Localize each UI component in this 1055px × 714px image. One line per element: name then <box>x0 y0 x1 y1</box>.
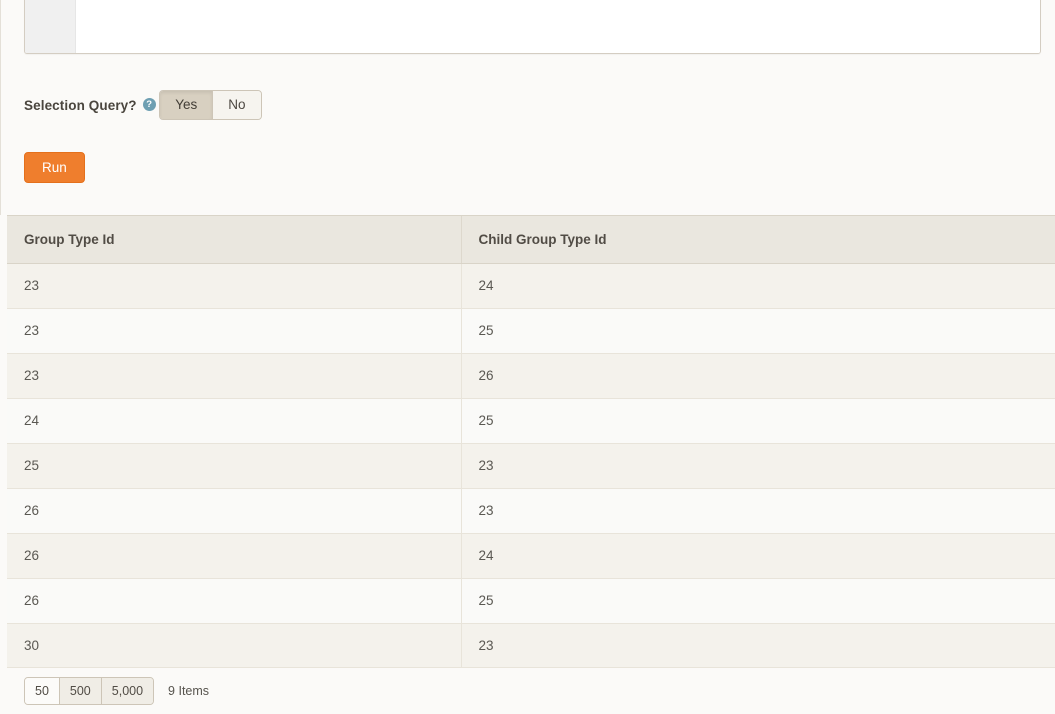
table-cell: 23 <box>461 443 1055 488</box>
selection-query-label: Selection Query? <box>24 98 137 113</box>
editor-code-line <box>87 0 1040 4</box>
table-cell: 26 <box>461 353 1055 398</box>
results-table-container: Group Type IdChild Group Type Id 2324232… <box>7 215 1055 669</box>
question-mark-circle-icon[interactable]: ? <box>143 98 156 111</box>
table-cell: 26 <box>7 488 461 533</box>
page-size-option-5000[interactable]: 5,000 <box>102 678 153 704</box>
column-header-group-type-id[interactable]: Group Type Id <box>7 216 461 263</box>
table-row[interactable]: 2623 <box>7 488 1055 533</box>
table-cell: 25 <box>461 398 1055 443</box>
selection-query-toggle[interactable]: YesNo <box>159 90 261 120</box>
results-table: Group Type IdChild Group Type Id 2324232… <box>7 216 1055 669</box>
table-cell: 24 <box>7 398 461 443</box>
page-size-option-50[interactable]: 50 <box>25 678 60 704</box>
results-pager: 505005,000 9 Items <box>7 667 1055 714</box>
table-row[interactable]: 3023 <box>7 623 1055 668</box>
table-cell: 26 <box>7 578 461 623</box>
sql-code-editor[interactable]: 14151617 SELECT GroupTypeId, ChildGroupT… <box>24 0 1041 54</box>
item-count-label: 9 Items <box>168 684 209 698</box>
table-cell: 25 <box>461 308 1055 353</box>
selection-query-option-no[interactable]: No <box>213 91 260 119</box>
results-header-row: Group Type IdChild Group Type Id <box>7 216 1055 263</box>
page-root: 14151617 SELECT GroupTypeId, ChildGroupT… <box>0 0 1055 714</box>
editor-line-number-gutter: 14151617 <box>25 0 76 53</box>
table-row[interactable]: 2425 <box>7 398 1055 443</box>
table-row[interactable]: 2324 <box>7 263 1055 308</box>
table-cell: 24 <box>461 263 1055 308</box>
selection-query-option-yes[interactable]: Yes <box>160 91 213 119</box>
run-button[interactable]: Run <box>24 152 85 183</box>
query-editor-pane: 14151617 SELECT GroupTypeId, ChildGroupT… <box>0 0 1055 215</box>
table-cell: 25 <box>7 443 461 488</box>
table-cell: 23 <box>7 263 461 308</box>
page-size-selector[interactable]: 505005,000 <box>24 677 154 705</box>
table-row[interactable]: 2326 <box>7 353 1055 398</box>
table-cell: 24 <box>461 533 1055 578</box>
table-cell: 23 <box>461 623 1055 668</box>
column-header-child-group-type-id[interactable]: Child Group Type Id <box>461 216 1055 263</box>
table-cell: 23 <box>7 308 461 353</box>
table-row[interactable]: 2624 <box>7 533 1055 578</box>
selection-query-field: Selection Query?? YesNo <box>24 79 262 120</box>
table-row[interactable]: 2523 <box>7 443 1055 488</box>
table-row[interactable]: 2625 <box>7 578 1055 623</box>
table-cell: 26 <box>7 533 461 578</box>
page-size-option-500[interactable]: 500 <box>60 678 102 704</box>
results-table-head: Group Type IdChild Group Type Id <box>7 216 1055 263</box>
editor-line-number: 17 <box>25 0 75 4</box>
editor-code-area[interactable]: SELECT GroupTypeId, ChildGroupTypeId FRO… <box>77 0 1040 53</box>
table-cell: 23 <box>7 353 461 398</box>
table-row[interactable]: 2325 <box>7 308 1055 353</box>
results-table-body: 232423252326242525232623262426253023 <box>7 263 1055 668</box>
table-cell: 30 <box>7 623 461 668</box>
table-cell: 23 <box>461 488 1055 533</box>
table-cell: 25 <box>461 578 1055 623</box>
